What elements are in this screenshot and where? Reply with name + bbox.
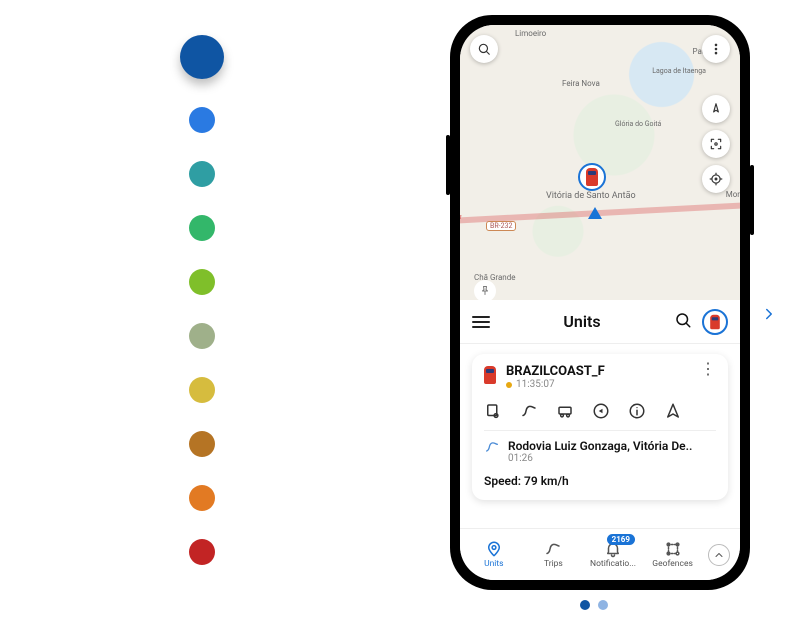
pin-icon bbox=[485, 540, 503, 558]
unit-name: BRAZILCOAST_F bbox=[506, 364, 605, 379]
info-icon[interactable] bbox=[628, 402, 646, 420]
unit-card-menu-button[interactable]: ⋮ bbox=[700, 364, 716, 374]
color-swatch-9[interactable] bbox=[189, 539, 215, 565]
section-title: Units bbox=[500, 312, 664, 331]
map-label-limoeiro: Limoeiro bbox=[515, 29, 546, 38]
notifications-badge: 2169 bbox=[607, 534, 635, 545]
unit-speed: Speed: 79 km/h bbox=[484, 474, 716, 488]
map-label-br232: BR-232 bbox=[486, 221, 516, 231]
more-vertical-icon bbox=[709, 42, 723, 56]
map-label-lagoa: Lagoa de Itaenga bbox=[652, 67, 706, 75]
unit-card[interactable]: BRAZILCOAST_F 11:35:07 ⋮ bbox=[472, 354, 728, 500]
chevron-up-icon bbox=[713, 549, 725, 561]
chevron-right-icon bbox=[760, 305, 778, 323]
selected-unit-avatar[interactable] bbox=[702, 309, 728, 335]
unit-address: Rodovia Luiz Gonzaga, Vitória De.. bbox=[508, 439, 692, 453]
carousel-dot-0[interactable] bbox=[580, 600, 590, 610]
map-options-button[interactable] bbox=[702, 35, 730, 63]
report-icon[interactable] bbox=[484, 402, 502, 420]
units-search-button[interactable] bbox=[674, 311, 692, 333]
share-icon[interactable] bbox=[592, 402, 610, 420]
map-label-vitoria: Vitória de Santo Antão bbox=[546, 191, 636, 201]
map-compass-button[interactable] bbox=[702, 95, 730, 123]
nav-trips[interactable]: Trips bbox=[529, 540, 577, 569]
route-icon[interactable] bbox=[520, 402, 538, 420]
nav-label: Trips bbox=[544, 559, 563, 569]
navigate-icon[interactable] bbox=[664, 402, 682, 420]
car-icon bbox=[484, 366, 496, 384]
car-icon bbox=[710, 314, 720, 328]
phone-frame: Limoeiro Paudalho Feira Nova Lagoa de It… bbox=[450, 15, 750, 590]
color-swatch-2[interactable] bbox=[189, 161, 215, 187]
unit-card-actions bbox=[484, 398, 716, 431]
route-icon bbox=[544, 540, 562, 558]
map-search-button[interactable] bbox=[470, 35, 498, 63]
center-focus-icon bbox=[709, 137, 723, 151]
unit-marker[interactable] bbox=[578, 163, 606, 191]
bottom-nav: Units Trips 2169 Notificatio... Geofence… bbox=[460, 528, 740, 580]
car-icon bbox=[586, 168, 598, 186]
search-icon bbox=[674, 311, 692, 329]
color-swatch-4[interactable] bbox=[189, 269, 215, 295]
direction-arrow-icon bbox=[588, 207, 602, 219]
map-recenter-button[interactable] bbox=[702, 130, 730, 158]
map-pin-button[interactable] bbox=[474, 280, 496, 302]
units-header: Units bbox=[460, 300, 740, 344]
color-swatch-7[interactable] bbox=[189, 431, 215, 457]
map-label-gloria: Glória do Goitá bbox=[615, 120, 661, 128]
geofence-icon bbox=[664, 540, 682, 558]
unit-last-time: 11:35:07 bbox=[506, 379, 605, 390]
nav-units[interactable]: Units bbox=[470, 540, 518, 569]
color-swatch-0[interactable] bbox=[180, 35, 224, 79]
trip-icon bbox=[484, 439, 500, 459]
map-view[interactable]: Limoeiro Paudalho Feira Nova Lagoa de It… bbox=[460, 25, 740, 300]
card-area: BRAZILCOAST_F 11:35:07 ⋮ bbox=[460, 344, 740, 528]
carousel-dot-1[interactable] bbox=[598, 600, 608, 610]
color-swatch-8[interactable] bbox=[189, 485, 215, 511]
color-swatches bbox=[180, 35, 224, 565]
nav-geofences[interactable]: Geofences bbox=[649, 540, 697, 569]
pushpin-icon bbox=[479, 285, 491, 297]
nav-label: Geofences bbox=[652, 559, 693, 569]
nav-notifications[interactable]: 2169 Notificatio... bbox=[589, 540, 637, 569]
map-locate-button[interactable] bbox=[702, 165, 730, 193]
carousel-next-button[interactable] bbox=[760, 305, 778, 327]
color-swatch-1[interactable] bbox=[189, 107, 215, 133]
map-label-feiranova: Feira Nova bbox=[562, 79, 600, 88]
crosshair-icon bbox=[709, 172, 723, 186]
menu-button[interactable] bbox=[472, 316, 490, 328]
carousel-dots bbox=[580, 600, 608, 610]
color-swatch-6[interactable] bbox=[189, 377, 215, 403]
color-swatch-3[interactable] bbox=[189, 215, 215, 241]
compass-icon bbox=[709, 102, 723, 116]
nav-label: Units bbox=[484, 559, 503, 569]
vehicle-icon[interactable] bbox=[556, 402, 574, 420]
unit-address-time: 01:26 bbox=[508, 453, 692, 464]
phone-screen: Limoeiro Paudalho Feira Nova Lagoa de It… bbox=[460, 25, 740, 580]
nav-label: Notificatio... bbox=[590, 559, 636, 569]
map-label-mor: Mor bbox=[726, 190, 740, 199]
color-swatch-5[interactable] bbox=[189, 323, 215, 349]
nav-expand-button[interactable] bbox=[708, 544, 730, 566]
search-icon bbox=[477, 42, 491, 56]
